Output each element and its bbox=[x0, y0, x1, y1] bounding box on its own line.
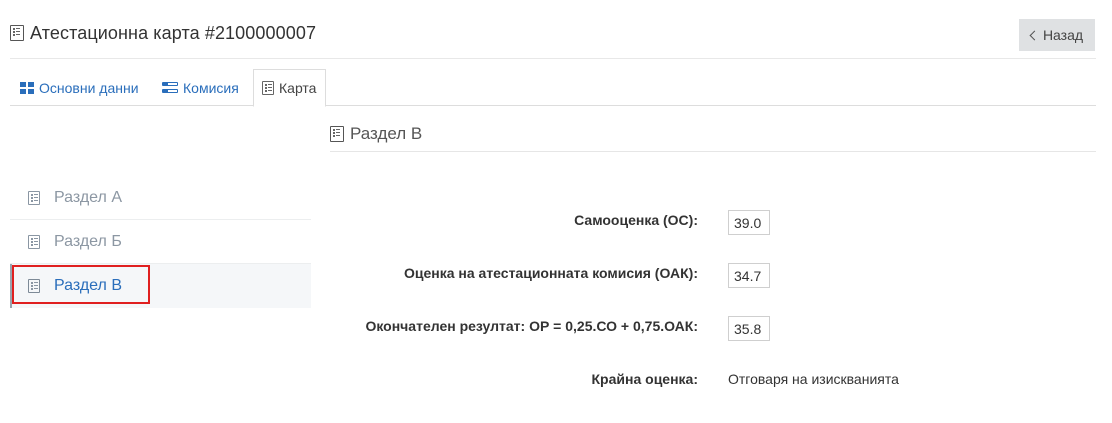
list-icon bbox=[28, 279, 40, 293]
list-icon bbox=[10, 25, 24, 41]
list-icon bbox=[28, 234, 40, 249]
sidebar-item-section-b[interactable]: Раздел Б bbox=[10, 220, 311, 264]
committee-score-value: 34.7 bbox=[728, 263, 770, 288]
committee-icon bbox=[162, 81, 178, 94]
list-icon bbox=[28, 190, 40, 205]
list-icon bbox=[262, 81, 274, 95]
section-divider bbox=[330, 151, 1096, 152]
chevron-left-icon bbox=[1029, 30, 1040, 41]
section-sidebar: Раздел А Раздел Б Раздел В bbox=[10, 176, 311, 308]
page-title-text: Атестационна карта #2100000007 bbox=[30, 22, 317, 43]
self-assessment-label: Самооценка (ОС): bbox=[574, 212, 698, 228]
final-grade-label: Крайна оценка: bbox=[591, 371, 698, 387]
final-result-label: Окончателен резултат: ОР = 0,25.СО + 0,7… bbox=[365, 318, 698, 334]
tab-committee[interactable]: Комисия bbox=[162, 69, 239, 106]
list-icon bbox=[330, 126, 344, 142]
sidebar-item-label: Раздел В bbox=[54, 277, 122, 294]
final-grade-value: Отговаря на изискванията bbox=[728, 371, 899, 387]
back-button[interactable]: Назад bbox=[1019, 19, 1095, 51]
tab-label: Карта bbox=[279, 80, 317, 96]
tab-bar: Основни данни Комисия Карта bbox=[10, 69, 1096, 107]
tab-label: Основни данни bbox=[39, 79, 139, 96]
tab-basic-data[interactable]: Основни данни bbox=[10, 69, 139, 106]
grid-icon bbox=[20, 81, 34, 94]
page-title: Атестационна карта #2100000007 bbox=[10, 20, 316, 46]
committee-score-label: Оценка на атестационната комисия (ОАК): bbox=[403, 265, 698, 281]
final-result-value: 35.8 bbox=[728, 316, 770, 341]
tab-card[interactable]: Карта bbox=[253, 69, 326, 107]
self-assessment-value: 39.0 bbox=[728, 210, 770, 235]
sidebar-item-section-a[interactable]: Раздел А bbox=[10, 176, 311, 220]
sidebar-item-label: Раздел А bbox=[54, 188, 122, 206]
back-button-label: Назад bbox=[1042, 27, 1084, 43]
section-title: Раздел В bbox=[330, 124, 422, 144]
section-title-text: Раздел В bbox=[350, 124, 423, 143]
sidebar-item-section-v[interactable]: Раздел В bbox=[10, 264, 311, 308]
header-divider bbox=[10, 58, 1096, 59]
sidebar-item-label: Раздел Б bbox=[54, 232, 122, 250]
tab-label: Комисия bbox=[183, 79, 239, 96]
